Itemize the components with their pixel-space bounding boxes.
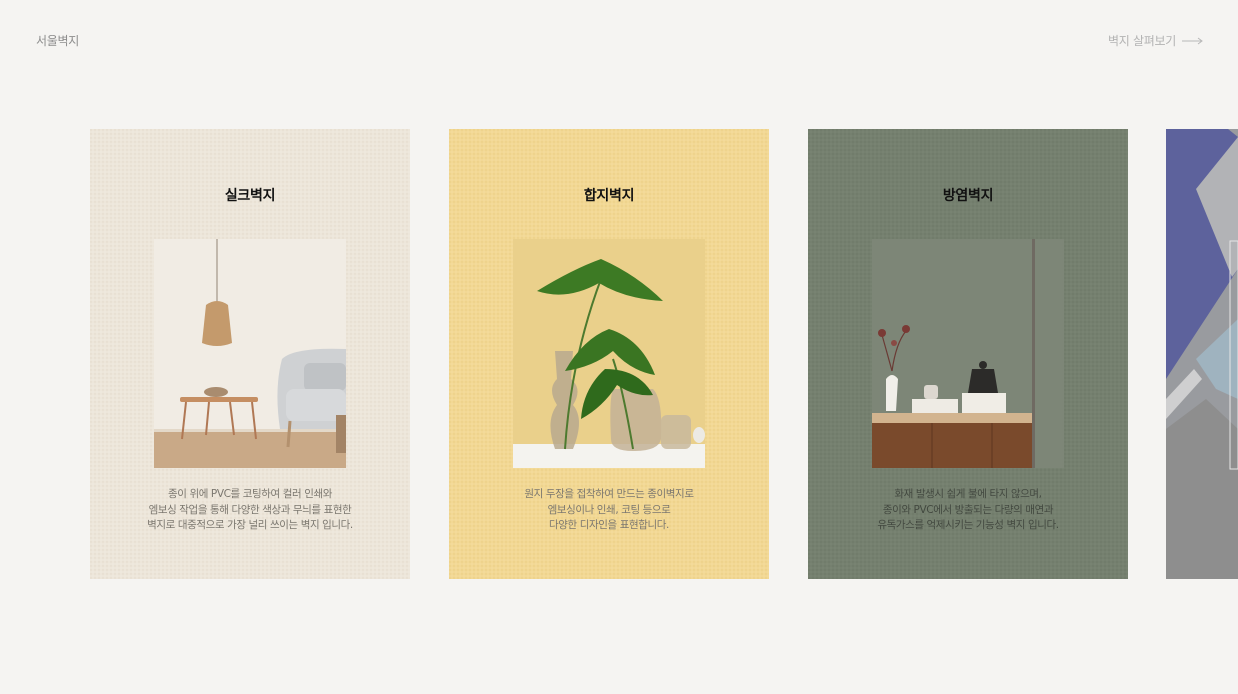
wallpaper-card-partial[interactable] xyxy=(1166,129,1238,579)
card-description: 종이 위에 PVC를 코팅하여 컬러 인쇄와 엠보싱 작업을 통해 다양한 색상… xyxy=(147,488,353,531)
card-photo-living-room xyxy=(154,239,346,468)
card-title: 합지벽지 xyxy=(583,188,635,204)
wallpaper-card-silk[interactable]: 실크벽지 종이 위에 PVC를 코팅하여 컬러 인쇄와 엠보싱 작업을 통해 다… xyxy=(90,129,410,579)
card-photo-plant-vases xyxy=(513,239,705,468)
view-all-wallpaper-link[interactable]: 벽지 살펴보기 xyxy=(1108,32,1204,49)
brand-logo-text[interactable]: 서울벽지 xyxy=(36,32,79,49)
view-all-label: 벽지 살펴보기 xyxy=(1108,34,1176,48)
card-title: 방염벽지 xyxy=(942,188,994,204)
card-description: 원지 두장을 접착하여 만드는 종이벽지로 엠보싱이나 인쇄, 코팅 등으로 다… xyxy=(524,488,694,531)
card-description: 화재 발생시 쉽게 불에 타지 않으며, 종이와 PVC에서 방출되는 다량의 … xyxy=(877,488,1059,531)
card-photo-sideboard xyxy=(872,239,1064,468)
wallpaper-card-paper[interactable]: 합지벽지 원지 두장을 접착하여 만드는 종이벽지로 엠보싱이나 인쇄, 코팅 … xyxy=(449,129,769,579)
arrow-right-icon xyxy=(1182,37,1204,45)
card-title: 실크벽지 xyxy=(224,188,276,204)
card-partial-image xyxy=(1166,129,1238,579)
wallpaper-card-fire-retardant[interactable]: 방염벽지 화재 발생시 쉽게 불에 타지 않으며, 종이와 PVC에서 방출되는… xyxy=(808,129,1128,579)
